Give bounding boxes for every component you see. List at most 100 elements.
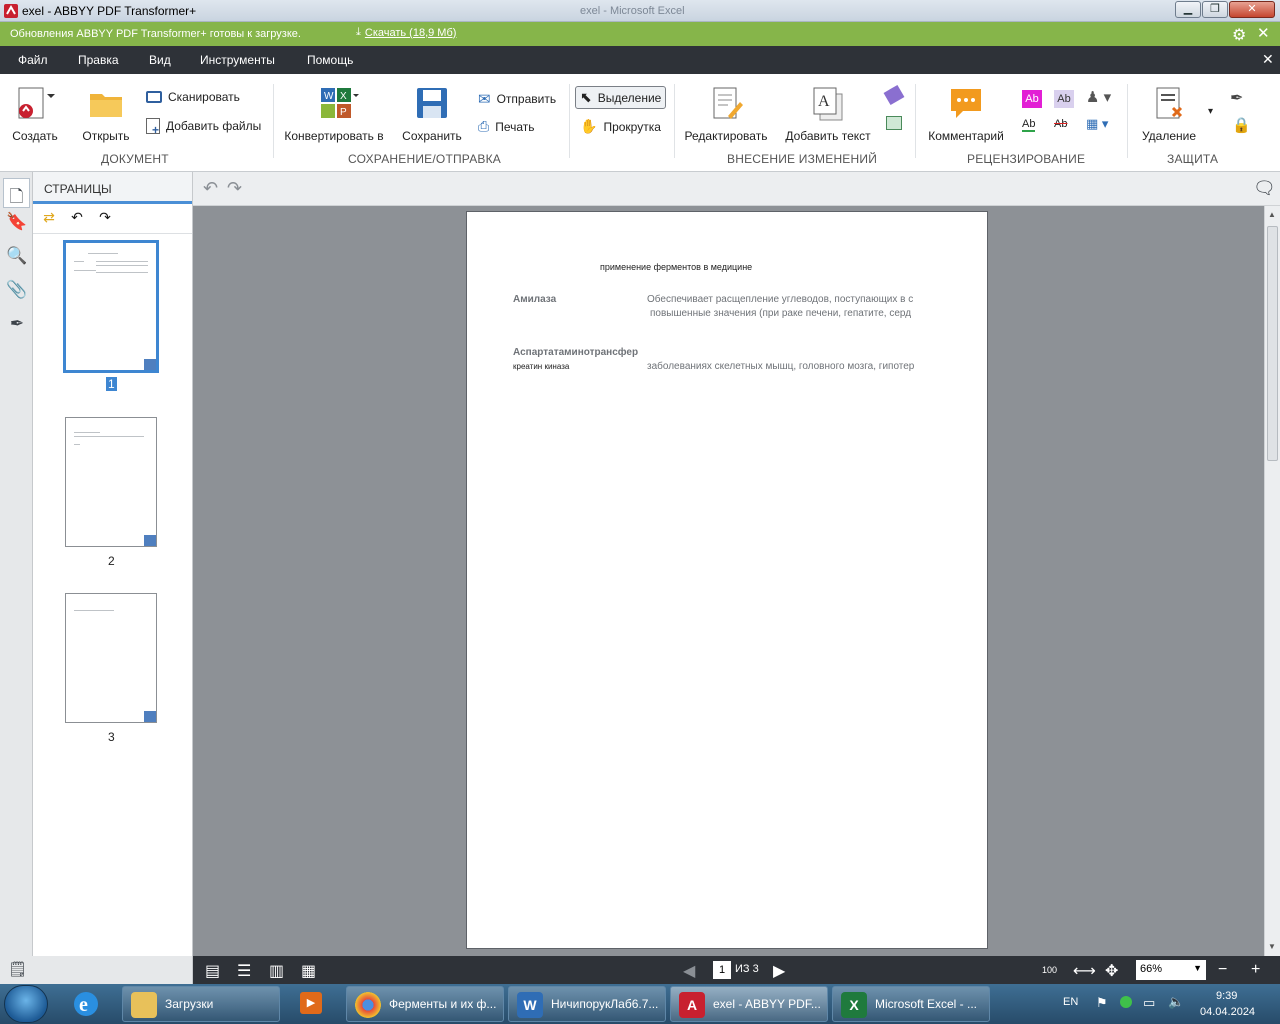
page-thumbnail[interactable] <box>63 240 159 373</box>
menu-view[interactable]: Вид <box>149 53 171 67</box>
undo-icon[interactable]: ↶ <box>203 178 218 199</box>
zoom-select[interactable]: 66% ▼ <box>1136 960 1206 980</box>
add-files-button[interactable]: + Добавить файлы <box>146 118 261 137</box>
two-page-continuous-icon[interactable]: ▦ <box>301 961 316 981</box>
next-page-icon[interactable]: ▶ <box>773 961 785 981</box>
svg-text:P: P <box>340 107 347 118</box>
replace-page-icon[interactable]: ⇄ <box>39 209 59 229</box>
scan-button[interactable]: Сканировать <box>146 90 240 104</box>
pages-panel-title: СТРАНИЦЫ <box>33 172 192 204</box>
single-page-view-icon[interactable]: ▤ <box>205 961 220 981</box>
page-corner-icon <box>144 535 156 546</box>
pages-panel-icon[interactable]: 🗋 <box>3 178 30 208</box>
taskbar-item-label: Microsoft Excel - ... <box>875 997 978 1011</box>
close-document-icon[interactable]: ✕ <box>1262 51 1274 68</box>
page-number-label: 1 <box>106 377 117 391</box>
highlight-icon[interactable]: Ab <box>1022 90 1042 108</box>
internet-explorer-icon[interactable]: e <box>68 986 108 1022</box>
taskbar-item-word[interactable]: W НичипорукЛаб6.7... <box>508 986 666 1022</box>
page-thumbnail[interactable] <box>65 417 157 547</box>
menu-edit[interactable]: Правка <box>78 53 119 67</box>
page-thumbnail[interactable] <box>65 593 157 723</box>
start-button[interactable] <box>4 985 48 1023</box>
status-tray-icon[interactable] <box>1120 996 1132 1008</box>
folder-icon <box>131 992 157 1018</box>
scroll-up-icon[interactable]: ▲ <box>1268 210 1276 219</box>
create-button[interactable]: Создать <box>10 86 60 143</box>
rotate-right-icon[interactable]: ↷ <box>95 209 115 229</box>
scroll-tool-button[interactable]: ✋ Прокрутка <box>580 118 661 135</box>
clock-date[interactable]: 04.04.2024 <box>1200 1006 1255 1018</box>
continuous-view-icon[interactable]: ☰ <box>237 961 251 981</box>
print-button[interactable]: ⎙ Печать <box>478 118 535 135</box>
minimize-button[interactable]: ▁ <box>1175 1 1201 18</box>
taskbar-item-label: НичипорукЛаб6.7... <box>551 997 659 1011</box>
comments-panel-icon[interactable]: 🗨 <box>1253 178 1276 199</box>
update-message: Обновления ABBYY PDF Transformer+ готовы… <box>10 28 301 40</box>
page-number-input[interactable]: 1 <box>713 961 731 979</box>
menu-file[interactable]: Файл <box>18 53 48 67</box>
taskbar-item-excel[interactable]: X Microsoft Excel - ... <box>832 986 990 1022</box>
two-page-view-icon[interactable]: ▥ <box>269 961 284 981</box>
actual-size-icon[interactable]: 100 <box>1042 965 1057 975</box>
calendar-icon[interactable]: ▦ ▾ <box>1086 116 1108 132</box>
send-button[interactable]: ✉ Отправить <box>478 90 556 108</box>
redo-icon[interactable]: ↷ <box>227 178 242 199</box>
save-button[interactable]: Сохранить <box>402 86 462 143</box>
signature-icon[interactable]: ✒ <box>1230 88 1243 108</box>
maximize-button[interactable]: ❐ <box>1202 1 1228 18</box>
close-icon[interactable]: ✕ <box>1257 24 1270 42</box>
menu-tools[interactable]: Инструменты <box>200 53 275 67</box>
zoom-in-icon[interactable]: + <box>1251 961 1260 979</box>
ribbon-separator <box>569 84 570 158</box>
taskbar-item-label: exel - ABBYY PDF... <box>713 997 821 1011</box>
taskbar-item-downloads[interactable]: Загрузки <box>122 986 280 1022</box>
stamp-icon[interactable]: ♟ ▾ <box>1086 88 1111 106</box>
action-center-icon[interactable]: ⚑ <box>1096 995 1108 1011</box>
document-toolbar: ↶ ↷ 🗨 <box>193 172 1280 206</box>
language-indicator[interactable]: EN <box>1063 996 1078 1008</box>
create-label: Создать <box>12 129 58 143</box>
taskbar-item-abbyy[interactable]: A exel - ABBYY PDF... <box>670 986 828 1022</box>
scrollbar-thumb[interactable] <box>1267 226 1278 461</box>
signature-panel-icon[interactable]: ✒ <box>6 314 28 336</box>
add-text-button[interactable]: A Добавить текст <box>784 86 872 143</box>
clock-time[interactable]: 9:39 <box>1216 990 1237 1002</box>
eraser-button[interactable] <box>883 84 905 106</box>
chevron-down-icon[interactable]: ▾ <box>1208 106 1213 117</box>
comment-icon <box>951 89 981 118</box>
open-button[interactable]: Открыть <box>80 86 132 143</box>
group-title-protect: ЗАЩИТА <box>1167 152 1219 166</box>
comment-button[interactable]: Комментарий <box>926 86 1006 143</box>
close-window-button[interactable]: ✕ <box>1229 1 1275 18</box>
select-tool-button[interactable]: ⬉ Выделение <box>575 86 667 109</box>
previous-page-icon[interactable]: ◀ <box>683 961 695 981</box>
network-icon[interactable]: ▭ <box>1143 995 1155 1011</box>
fit-page-icon[interactable]: ✥ <box>1105 961 1118 981</box>
lock-icon[interactable]: 🔒 <box>1232 116 1251 134</box>
edit-button[interactable]: Редактировать <box>684 86 768 143</box>
underline-icon[interactable]: Ab <box>1022 118 1036 132</box>
document-properties-icon[interactable]: 🗒 <box>8 960 27 978</box>
convert-button[interactable]: WXP Конвертировать в <box>284 86 384 143</box>
fit-width-icon[interactable]: ⟷ <box>1073 961 1096 981</box>
taskbar-item-chrome[interactable]: Ферменты и их ф... <box>346 986 504 1022</box>
zoom-out-icon[interactable]: − <box>1218 961 1227 979</box>
menu-help[interactable]: Помощь <box>307 53 353 67</box>
text-highlight-icon[interactable]: Ab <box>1054 90 1074 108</box>
delete-button[interactable]: Удаление <box>1138 86 1200 143</box>
bookmark-icon[interactable]: 🔖 <box>6 212 28 234</box>
rotate-left-icon[interactable]: ↶ <box>67 209 87 229</box>
search-icon[interactable]: 🔍 <box>6 246 28 268</box>
download-link[interactable]: ⤓ Скачать (18,9 Мб) <box>356 26 456 39</box>
gear-icon[interactable]: ⚙ <box>1232 25 1246 45</box>
strikethrough-icon[interactable]: Ab <box>1054 118 1067 130</box>
scroll-down-icon[interactable]: ▼ <box>1268 942 1276 951</box>
attachment-icon[interactable]: 📎 <box>6 280 28 302</box>
media-player-icon[interactable]: ▶ <box>292 986 332 1022</box>
add-image-button[interactable] <box>886 116 902 133</box>
volume-icon[interactable]: 🔈 <box>1168 994 1184 1010</box>
add-image-icon <box>886 116 902 130</box>
delete-label: Удаление <box>1141 129 1197 143</box>
vertical-scrollbar[interactable]: ▲ ▼ <box>1264 206 1280 956</box>
